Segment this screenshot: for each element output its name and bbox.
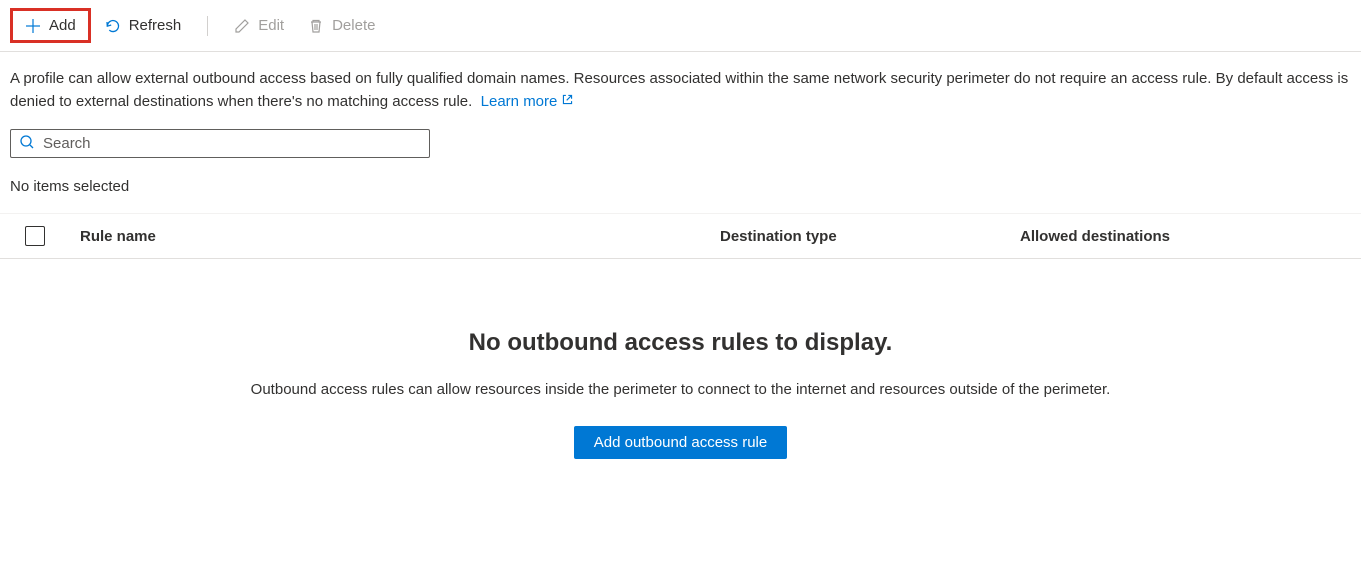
delete-button-label: Delete [332,17,375,34]
pencil-icon [234,18,250,34]
description-text: A profile can allow external outbound ac… [10,70,1348,110]
edit-button: Edit [224,11,294,40]
refresh-button[interactable]: Refresh [95,11,192,40]
add-button-highlight: Add [10,8,91,43]
empty-state-description: Outbound access rules can allow resource… [20,381,1341,398]
edit-button-label: Edit [258,17,284,34]
search-input[interactable] [43,135,421,152]
search-box[interactable] [10,129,430,158]
trash-icon [308,18,324,34]
refresh-icon [105,18,121,34]
plus-icon [25,18,41,34]
add-button-label: Add [49,17,76,34]
search-icon [19,134,35,153]
delete-button: Delete [298,11,385,40]
empty-state-title: No outbound access rules to display. [20,329,1341,357]
profile-description: A profile can allow external outbound ac… [0,52,1361,125]
table-header-row: Rule name Destination type Allowed desti… [0,213,1361,259]
column-header-allowed-destinations[interactable]: Allowed destinations [1020,228,1351,245]
select-all-checkbox[interactable] [25,226,45,246]
learn-more-label: Learn more [481,91,558,114]
column-header-destination-type[interactable]: Destination type [720,228,1020,245]
search-container [0,125,1361,168]
external-link-icon [561,91,574,114]
refresh-button-label: Refresh [129,17,182,34]
select-all-cell [10,226,60,246]
toolbar: Add Refresh Edit Delete [0,0,1361,52]
empty-state: No outbound access rules to display. Out… [0,259,1361,489]
column-header-rule-name[interactable]: Rule name [60,228,720,245]
toolbar-separator [207,16,208,36]
add-button[interactable]: Add [15,11,86,40]
selection-status: No items selected [0,168,1361,213]
add-outbound-rule-button[interactable]: Add outbound access rule [574,426,787,459]
learn-more-link[interactable]: Learn more [481,91,575,114]
